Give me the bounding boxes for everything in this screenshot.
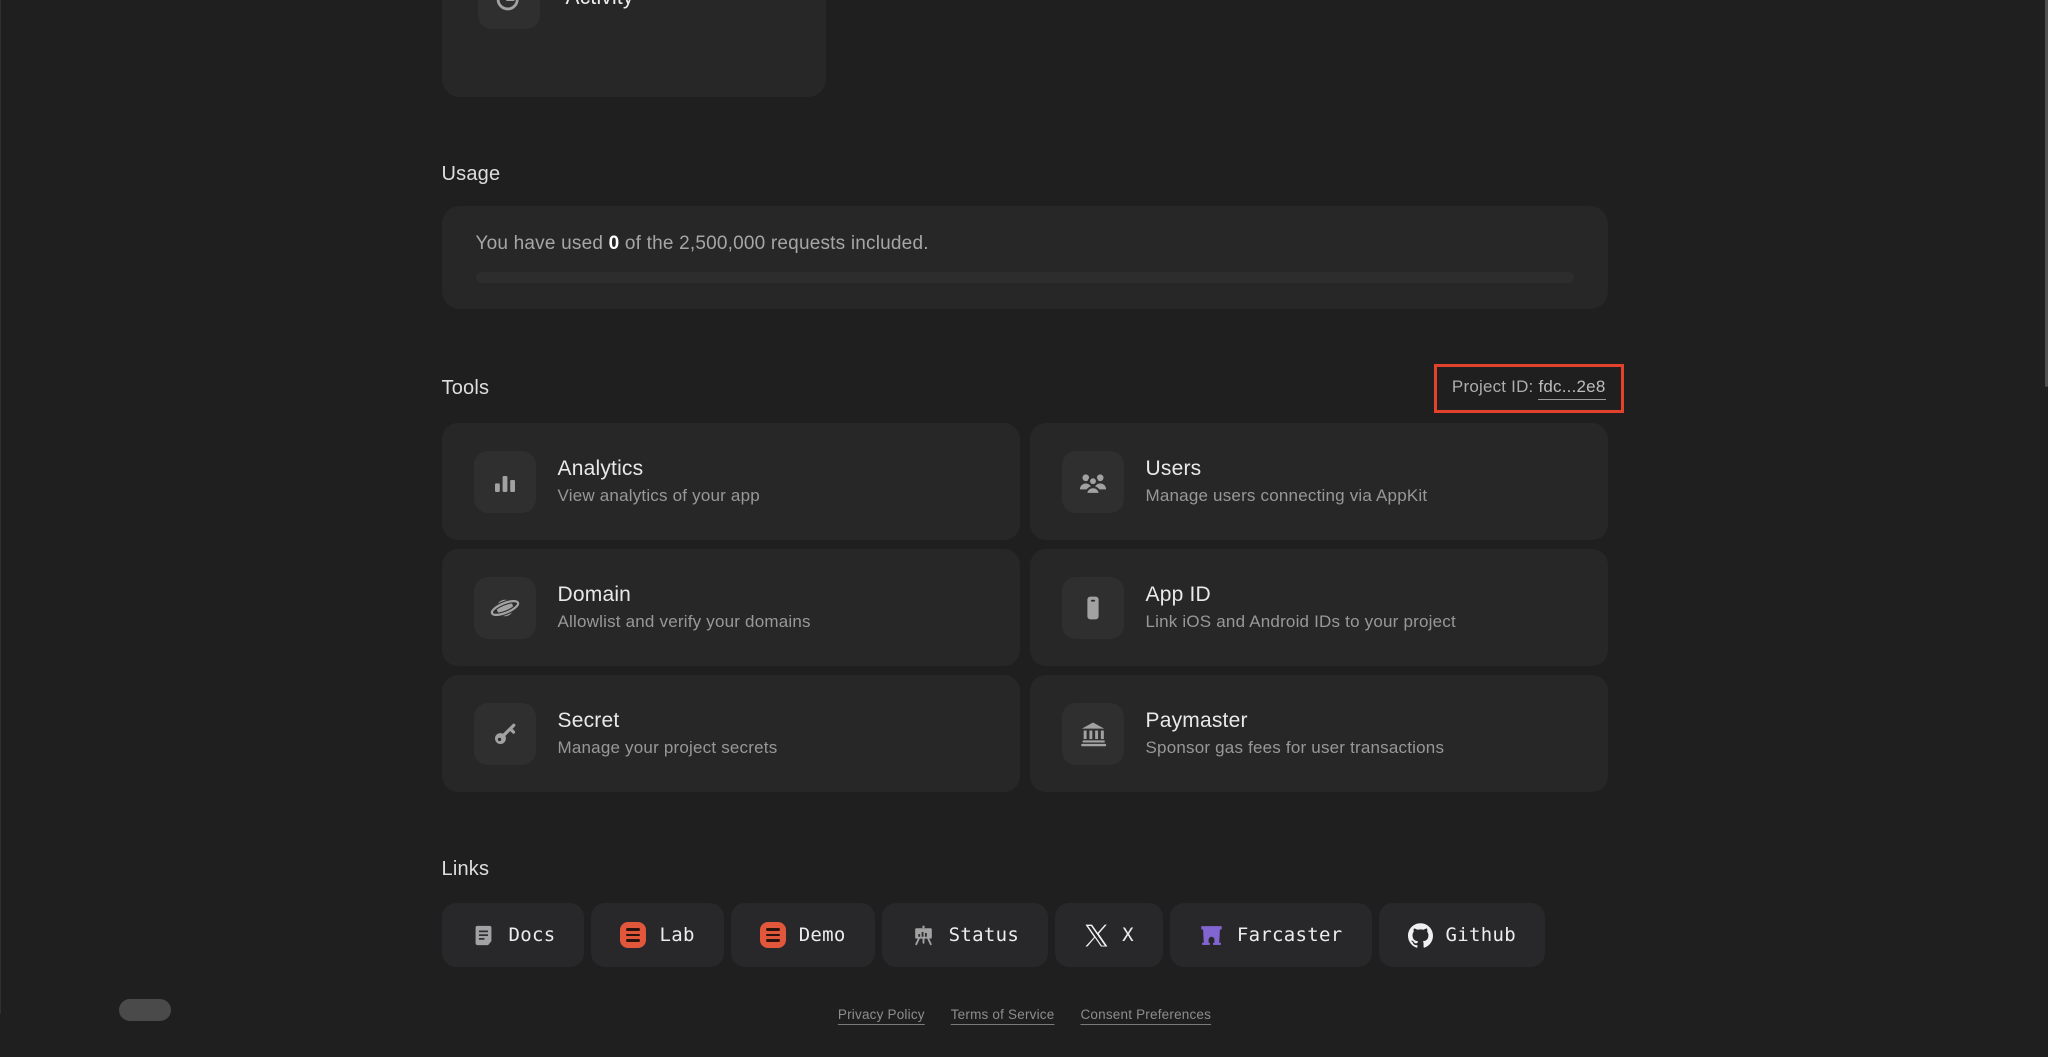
- activity-card[interactable]: Activity: [441, 0, 826, 97]
- tool-subtitle: Manage your project secrets: [557, 738, 778, 757]
- bank-icon: [1080, 722, 1106, 746]
- tool-card-analytics[interactable]: Analytics View analytics of your app: [441, 423, 1020, 540]
- tool-card-secret[interactable]: Secret Manage your project secrets: [441, 675, 1020, 792]
- tool-subtitle: View analytics of your app: [557, 486, 760, 505]
- tool-card-app-id[interactable]: App ID Link iOS and Android IDs to your …: [1029, 549, 1608, 666]
- users-icon: [1079, 473, 1106, 495]
- chat-widget-button[interactable]: [119, 999, 171, 1021]
- planet-icon: [489, 598, 520, 617]
- github-link-button[interactable]: Github: [1378, 903, 1545, 967]
- project-id-value[interactable]: fdc...2e8: [1538, 377, 1606, 400]
- docs-icon: [475, 925, 491, 945]
- usage-summary: You have used 0 of the 2,500,000 request…: [475, 233, 929, 254]
- tool-title: Domain: [557, 583, 632, 606]
- usage-heading: Usage: [441, 163, 501, 185]
- github-icon: [1407, 922, 1433, 948]
- links-row: Docs Lab Demo Status X Farcaster Github: [441, 903, 1608, 967]
- footer: Privacy Policy Terms of Service Consent …: [442, 1007, 1608, 1022]
- tool-card-paymaster[interactable]: Paymaster Sponsor gas fees for user tran…: [1029, 675, 1608, 792]
- smartphone-icon: [1086, 596, 1099, 619]
- tool-title: Paymaster: [1145, 709, 1248, 732]
- tool-title: App ID: [1145, 583, 1211, 606]
- activity-icon-tile: [477, 0, 540, 29]
- reown-lab-icon: [620, 922, 647, 948]
- terms-of-service-link[interactable]: Terms of Service: [951, 1007, 1055, 1022]
- status-link-button[interactable]: Status: [881, 903, 1049, 967]
- main-content: Activity Usage You have used 0 of the 2,…: [441, 0, 1624, 1022]
- farcaster-link-button[interactable]: Farcaster: [1169, 903, 1372, 967]
- x-link-button[interactable]: X: [1055, 903, 1163, 967]
- tools-heading: Tools: [441, 376, 490, 399]
- tool-title: Secret: [557, 709, 620, 732]
- tool-card-domain[interactable]: Domain Allowlist and verify your domains: [441, 549, 1020, 666]
- project-id-label: Project ID:: [1451, 376, 1534, 396]
- usage-card: You have used 0 of the 2,500,000 request…: [441, 206, 1608, 309]
- usage-used-count: 0: [608, 233, 620, 254]
- usage-progress-bar: [475, 272, 1574, 283]
- tool-subtitle: Allowlist and verify your domains: [557, 612, 811, 631]
- clock-history-icon: [496, 0, 519, 11]
- lab-link-button[interactable]: Lab: [591, 903, 724, 967]
- farcaster-icon: [1201, 925, 1222, 945]
- links-heading: Links: [441, 858, 490, 880]
- bar-chart-icon: [494, 475, 515, 492]
- project-id-highlight-box: Project ID: fdc...2e8: [1433, 363, 1624, 413]
- activity-label: Activity: [566, 0, 634, 10]
- status-icon: [914, 925, 932, 945]
- reown-demo-icon: [759, 922, 786, 948]
- consent-preferences-link[interactable]: Consent Preferences: [1080, 1007, 1211, 1022]
- demo-link-button[interactable]: Demo: [730, 903, 875, 967]
- x-icon: [1085, 924, 1108, 946]
- tool-subtitle: Sponsor gas fees for user transactions: [1145, 738, 1445, 757]
- tool-card-users[interactable]: Users Manage users connecting via AppKit: [1029, 423, 1608, 540]
- key-icon: [494, 723, 515, 744]
- tool-subtitle: Link iOS and Android IDs to your project: [1145, 612, 1456, 631]
- tools-grid: Analytics View analytics of your app Use…: [441, 423, 1608, 792]
- tool-subtitle: Manage users connecting via AppKit: [1145, 486, 1428, 505]
- tool-title: Users: [1145, 457, 1202, 480]
- docs-link-button[interactable]: Docs: [441, 903, 585, 967]
- tool-title: Analytics: [557, 457, 644, 480]
- privacy-policy-link[interactable]: Privacy Policy: [838, 1007, 925, 1022]
